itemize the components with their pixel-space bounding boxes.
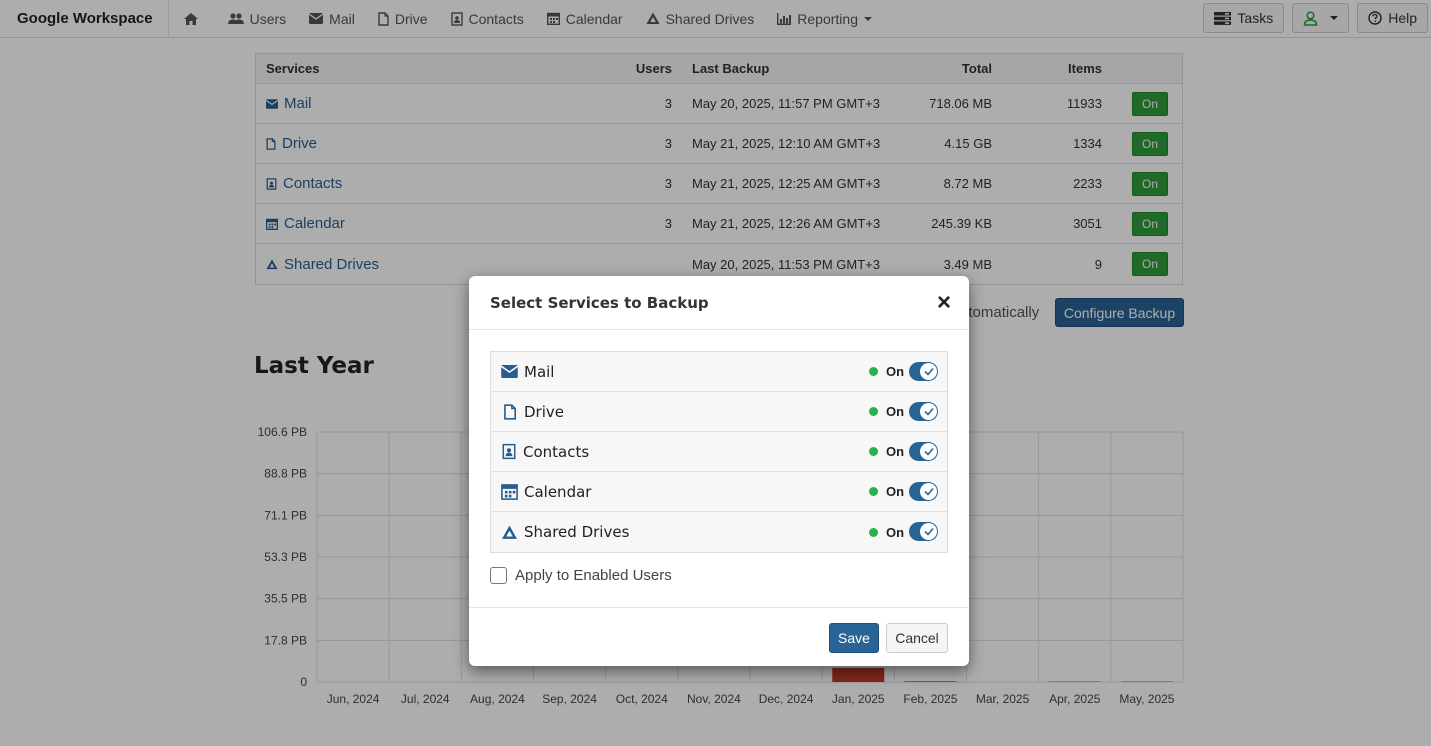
modal-header: Select Services to Backup × xyxy=(469,276,969,330)
service-toggle-list: Mail On Drive On Contacts On Calendar On… xyxy=(490,351,948,553)
list-item: Drive On xyxy=(491,392,947,432)
list-item: Shared Drives On xyxy=(491,512,947,552)
status-dot xyxy=(869,527,878,537)
check-icon xyxy=(920,443,937,460)
service-status: On xyxy=(869,404,904,419)
calendar-icon xyxy=(501,484,518,500)
service-label: Drive xyxy=(524,402,564,421)
mail-toggle[interactable] xyxy=(909,362,938,381)
file-icon xyxy=(504,403,517,420)
drive-toggle[interactable] xyxy=(909,402,938,421)
status-text: On xyxy=(886,484,905,499)
list-item: Calendar On xyxy=(491,472,947,512)
modal-footer: Save Cancel xyxy=(469,607,969,666)
calendar-toggle[interactable] xyxy=(909,482,938,501)
list-item: Contacts On xyxy=(491,432,947,472)
check-icon xyxy=(920,483,937,500)
check-icon xyxy=(920,523,937,540)
list-item: Mail On xyxy=(491,352,947,392)
service-status: On xyxy=(869,364,904,379)
shared-drive-icon xyxy=(502,525,517,539)
status-text: On xyxy=(886,404,905,419)
close-icon[interactable]: × xyxy=(937,291,951,315)
status-dot xyxy=(869,367,878,376)
modal-title: Select Services to Backup xyxy=(490,293,709,312)
check-icon xyxy=(920,403,937,420)
status-dot xyxy=(869,447,878,456)
service-label: Shared Drives xyxy=(524,523,630,541)
status-text: On xyxy=(886,364,905,379)
service-label: Contacts xyxy=(523,442,590,461)
select-services-modal: Select Services to Backup × Mail On Driv… xyxy=(469,276,969,666)
service-label: Calendar xyxy=(524,482,592,501)
status-dot xyxy=(869,407,878,416)
status-text: On xyxy=(886,444,905,459)
contacts-toggle[interactable] xyxy=(909,442,938,461)
service-status: On xyxy=(869,484,904,499)
service-status: On xyxy=(869,444,904,459)
envelope-icon xyxy=(501,365,518,378)
status-text: On xyxy=(886,524,905,540)
service-label: Mail xyxy=(524,362,555,381)
apply-checkbox[interactable] xyxy=(490,567,507,584)
service-status: On xyxy=(869,525,904,540)
shared-drives-toggle[interactable] xyxy=(909,522,938,541)
apply-label: Apply to Enabled Users xyxy=(515,567,672,584)
apply-to-enabled-users[interactable]: Apply to Enabled Users xyxy=(490,567,672,584)
save-button[interactable]: Save xyxy=(829,623,879,653)
status-dot xyxy=(869,487,878,496)
contact-card-icon xyxy=(502,443,516,460)
check-icon xyxy=(920,363,937,380)
cancel-button[interactable]: Cancel xyxy=(886,623,948,653)
